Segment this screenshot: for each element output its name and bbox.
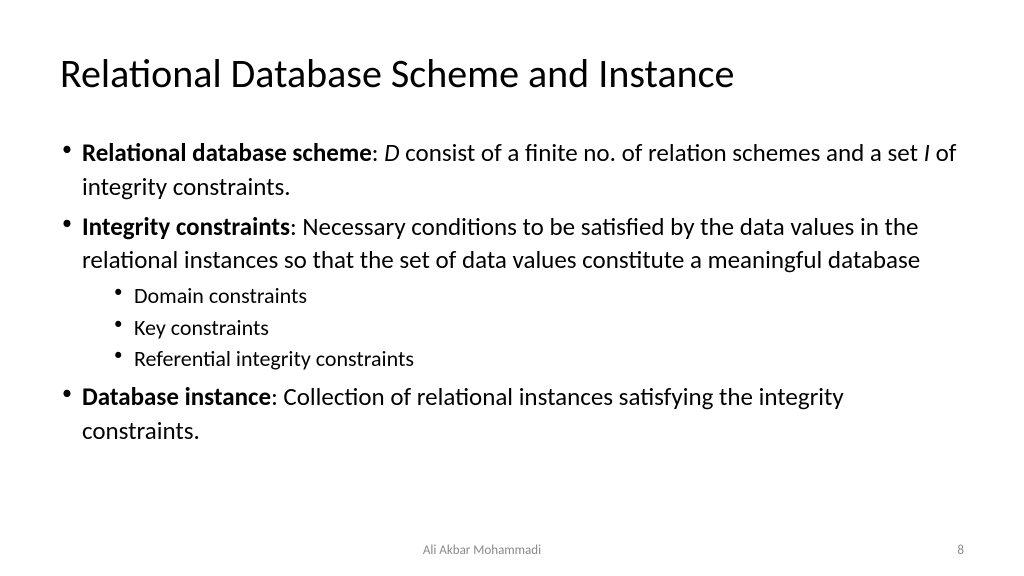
- slide-footer: Ali Akbar Mohammadi 8: [0, 543, 1024, 558]
- bullet-3-term: Database instance: [82, 381, 271, 412]
- bullet-1-term: Relational database scheme: [82, 137, 372, 168]
- bullet-1-text-1: consist of a finite no. of relation sche…: [400, 137, 924, 168]
- bullet-3: Database instance: Collection of relatio…: [60, 380, 964, 448]
- main-bullet-list: Relational database scheme: D consist of…: [60, 136, 964, 448]
- slide-content: Relational database scheme: D consist of…: [60, 136, 964, 448]
- footer-author: Ali Akbar Mohammadi: [0, 543, 964, 558]
- sub-bullet-2: Key constraints: [112, 313, 964, 343]
- sub-bullet-3: Referential integrity constraints: [112, 344, 964, 374]
- sub-bullet-list: Domain constraints Key constraints Refer…: [82, 281, 964, 374]
- footer-page-number: 8: [957, 543, 964, 558]
- bullet-1-var-d: D: [384, 137, 399, 168]
- bullet-2: Integrity constraints: Necessary conditi…: [60, 210, 964, 375]
- bullet-1: Relational database scheme: D consist of…: [60, 136, 964, 204]
- bullet-1-sep: :: [372, 137, 384, 168]
- slide-title: Relational Database Scheme and Instance: [60, 50, 964, 98]
- sub-bullet-1: Domain constraints: [112, 281, 964, 311]
- bullet-2-term: Integrity constraints: [82, 211, 290, 242]
